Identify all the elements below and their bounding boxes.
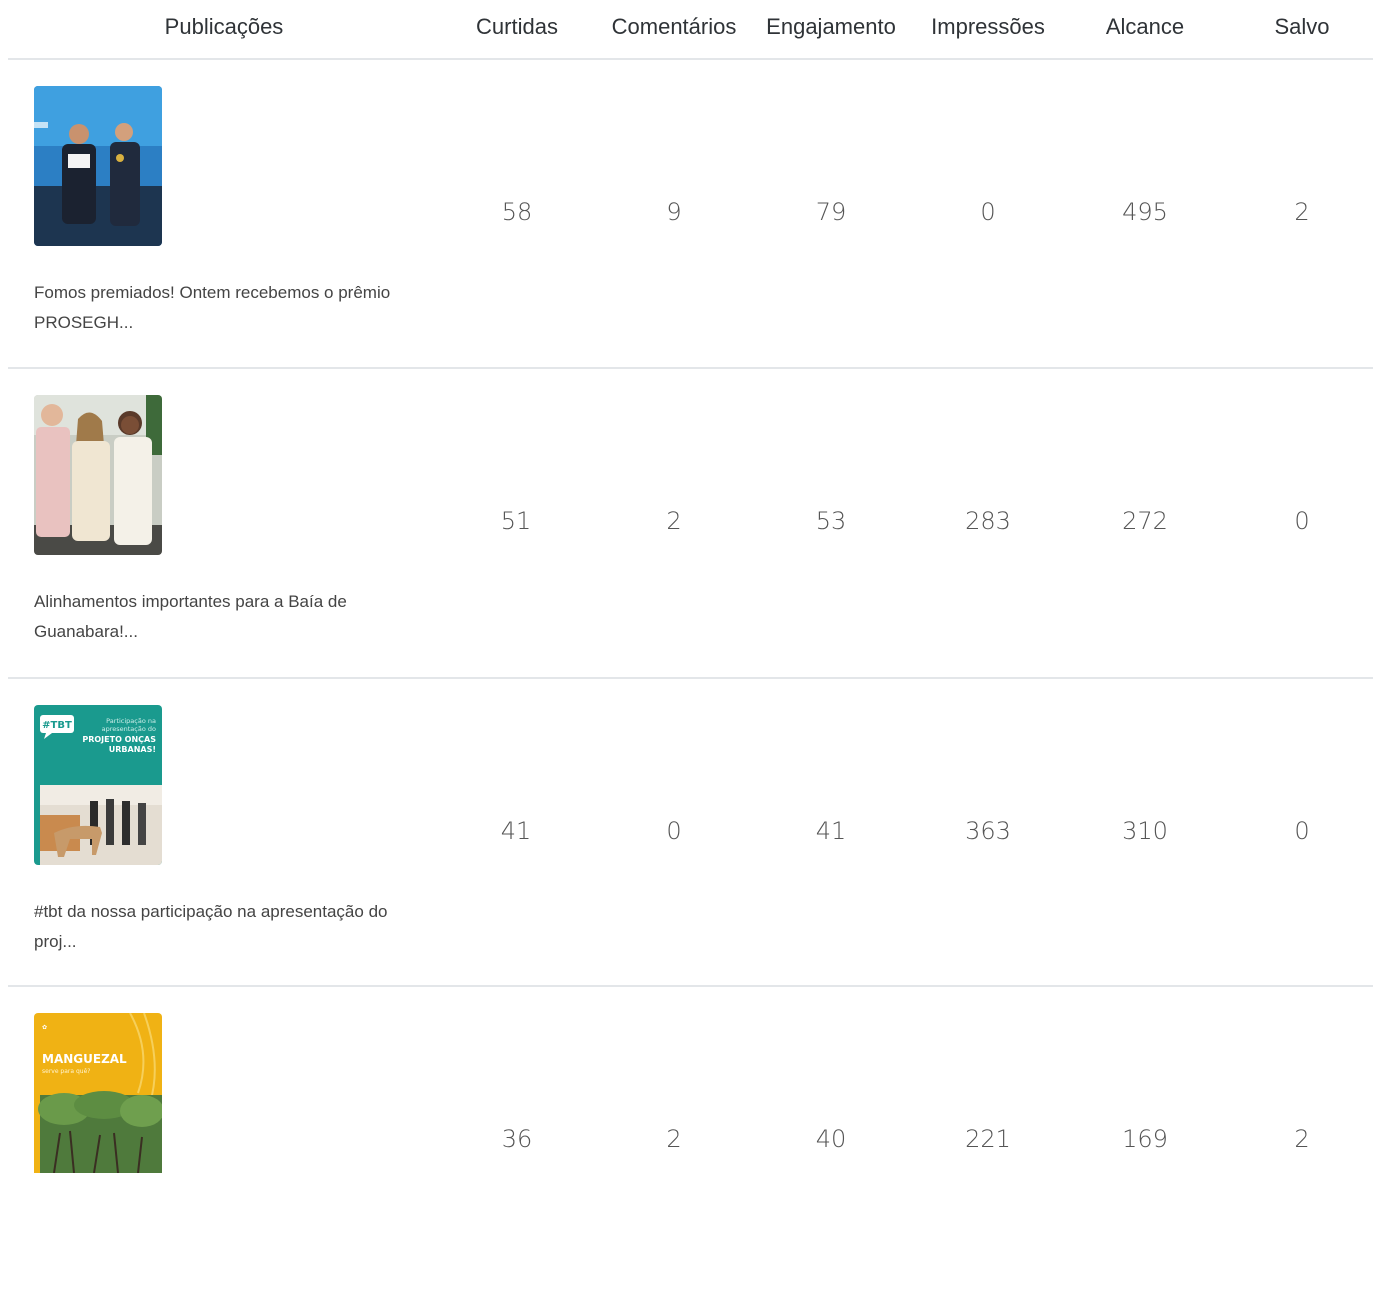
salvo-value: 2 xyxy=(1294,1125,1310,1153)
table-row: Alinhamentos importantes para a Baía de … xyxy=(8,369,1373,679)
engajamento-value: 79 xyxy=(815,198,847,226)
tbt-poster-thumbnail[interactable]: #TBT Participação na apresentação do PRO… xyxy=(34,705,162,865)
curtidas-value: 58 xyxy=(501,198,533,226)
alcance-value: 495 xyxy=(1122,198,1168,226)
alcance-value: 272 xyxy=(1122,507,1168,535)
post-caption: #tbt da nossa participação na apresentaç… xyxy=(34,902,388,951)
salvo-value: 2 xyxy=(1294,198,1310,226)
svg-text:URBANAS!: URBANAS! xyxy=(109,745,156,754)
post-caption: Fomos premiados! Ontem recebemos o prêmi… xyxy=(34,283,391,332)
svg-text:Participação na: Participação na xyxy=(106,717,156,725)
comentarios-value: 2 xyxy=(666,507,682,535)
svg-text:✿: ✿ xyxy=(42,1024,47,1031)
table-row: ✿ MANGUEZAL serve para quê? 36 2 40 221 … xyxy=(8,987,1373,1294)
tbt-badge-text: #TBT xyxy=(42,720,72,731)
comentarios-value: 0 xyxy=(666,817,682,845)
comentarios-value: 9 xyxy=(666,198,682,226)
curtidas-value: 51 xyxy=(500,507,532,535)
curtidas-value: 41 xyxy=(500,817,532,845)
impressoes-value: 0 xyxy=(980,198,996,226)
col-curtidas[interactable]: Curtidas xyxy=(457,14,577,40)
post-caption: Alinhamentos importantes para a Baía de … xyxy=(34,592,347,641)
engajamento-value: 40 xyxy=(815,1125,847,1153)
posts-table: Publicações Curtidas Comentários Engajam… xyxy=(8,0,1373,1294)
impressoes-value: 363 xyxy=(965,817,1011,845)
alcance-value: 169 xyxy=(1122,1125,1168,1153)
svg-text:apresentação do: apresentação do xyxy=(102,725,156,733)
table-header: Publicações Curtidas Comentários Engajam… xyxy=(8,0,1373,60)
mangrove-poster-thumbnail[interactable]: ✿ MANGUEZAL serve para quê? xyxy=(34,1013,162,1173)
award-ceremony-photo-thumbnail[interactable] xyxy=(34,86,162,246)
engajamento-value: 41 xyxy=(815,817,847,845)
col-engajamento[interactable]: Engajamento xyxy=(761,14,901,40)
salvo-value: 0 xyxy=(1294,817,1310,845)
comentarios-value: 2 xyxy=(666,1125,682,1153)
svg-text:serve para quê?: serve para quê? xyxy=(42,1068,90,1075)
alcance-value: 310 xyxy=(1122,817,1168,845)
col-comentarios[interactable]: Comentários xyxy=(604,14,744,40)
curtidas-value: 36 xyxy=(501,1125,533,1153)
table-row: #TBT Participação na apresentação do PRO… xyxy=(8,679,1373,987)
engajamento-value: 53 xyxy=(815,507,847,535)
col-alcance[interactable]: Alcance xyxy=(1085,14,1205,40)
impressoes-value: 283 xyxy=(965,507,1011,535)
salvo-value: 0 xyxy=(1294,507,1310,535)
impressoes-value: 221 xyxy=(965,1125,1011,1153)
table-row: Fomos premiados! Ontem recebemos o prêmi… xyxy=(8,60,1373,369)
col-impressoes[interactable]: Impressões xyxy=(918,14,1058,40)
manguezal-title: MANGUEZAL xyxy=(42,1052,127,1066)
col-publicacoes[interactable]: Publicações xyxy=(128,14,320,40)
group-photo-thumbnail[interactable] xyxy=(34,395,162,555)
col-salvo[interactable]: Salvo xyxy=(1242,14,1362,40)
svg-text:PROJETO ONÇAS: PROJETO ONÇAS xyxy=(82,735,156,744)
